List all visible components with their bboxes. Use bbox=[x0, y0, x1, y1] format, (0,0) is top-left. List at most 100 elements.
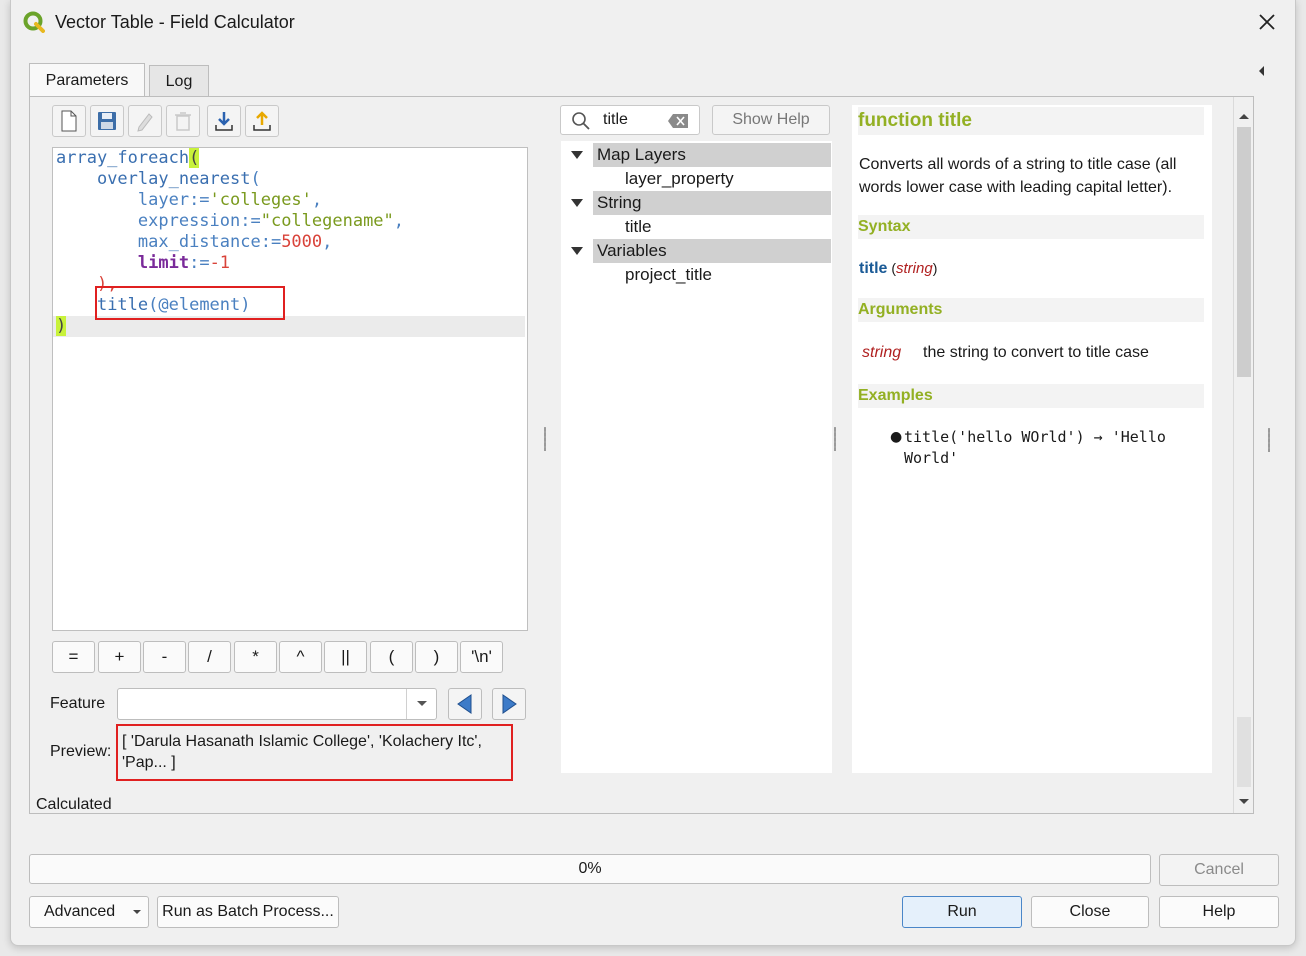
syntax-argument: string bbox=[896, 260, 933, 277]
trash-icon bbox=[175, 112, 191, 131]
scrollbar-track[interactable] bbox=[1237, 717, 1251, 787]
preview-label: Preview: bbox=[50, 743, 112, 760]
title-bar: Vector Table - Field Calculator bbox=[11, 0, 1295, 44]
feature-dropdown-button[interactable] bbox=[406, 689, 436, 719]
run-button[interactable]: Run bbox=[902, 896, 1022, 928]
tab-log[interactable]: Log bbox=[149, 65, 209, 97]
new-file-icon bbox=[61, 110, 77, 132]
help-argument-row: string bbox=[862, 341, 901, 364]
run-as-batch-button[interactable]: Run as Batch Process... bbox=[157, 896, 339, 928]
tree-group-string[interactable]: String bbox=[593, 191, 831, 215]
code-line-6: limit:=-1 bbox=[137, 253, 231, 273]
help-arguments-heading: Arguments bbox=[858, 298, 1204, 322]
function-help-panel: function title Converts all words of a s… bbox=[852, 105, 1212, 773]
status-calculated: Calculated bbox=[36, 796, 112, 813]
operator-newline-button[interactable]: '\n' bbox=[460, 641, 503, 673]
code-line-1: array_foreach( bbox=[56, 148, 200, 168]
import-button[interactable] bbox=[207, 105, 241, 137]
tree-item-layer-property[interactable]: layer_property bbox=[625, 167, 734, 191]
pencil-icon bbox=[137, 113, 153, 132]
argument-description: the string to convert to title case bbox=[923, 344, 1149, 361]
operator-close-paren-button[interactable]: ) bbox=[415, 641, 458, 673]
code-line-2: overlay_nearest( bbox=[96, 169, 261, 189]
code-line-3: layer:='colleges', bbox=[137, 190, 323, 210]
operator-minus-button[interactable]: - bbox=[143, 641, 186, 673]
qgis-logo-icon bbox=[23, 11, 45, 33]
save-icon bbox=[98, 112, 116, 130]
help-heading: function title bbox=[858, 107, 1204, 135]
expand-arrow-icon[interactable] bbox=[571, 247, 583, 255]
previous-feature-button[interactable] bbox=[448, 688, 482, 720]
help-syntax-heading: Syntax bbox=[858, 215, 1204, 239]
search-input[interactable]: title bbox=[603, 111, 628, 129]
parameters-panel: array_foreach( overlay_nearest( layer:='… bbox=[29, 96, 1254, 814]
chevron-down-icon bbox=[417, 701, 427, 706]
tree-group-map-layers[interactable]: Map Layers bbox=[593, 143, 831, 167]
edit-button[interactable] bbox=[128, 105, 162, 137]
feature-combobox[interactable] bbox=[117, 688, 437, 720]
example-code: ● title('hello WOrld') → 'Hello World' bbox=[890, 427, 1166, 469]
tab-parameters[interactable]: Parameters bbox=[29, 63, 145, 98]
arrow-right-icon bbox=[502, 694, 517, 714]
advanced-label: Advanced bbox=[44, 903, 116, 920]
highlight-box-preview bbox=[116, 724, 513, 781]
operator-divide-button[interactable]: / bbox=[188, 641, 231, 673]
operator-concat-button[interactable]: || bbox=[324, 641, 367, 673]
code-line-5: max_distance:=5000, bbox=[137, 232, 333, 252]
new-file-button[interactable] bbox=[52, 105, 86, 137]
bullet-icon: ● bbox=[890, 429, 903, 445]
close-button[interactable]: Close bbox=[1031, 896, 1149, 928]
save-button[interactable] bbox=[90, 105, 124, 137]
delete-button[interactable] bbox=[166, 105, 200, 137]
cancel-button[interactable]: Cancel bbox=[1159, 854, 1279, 886]
example-line-1: title('hello WOrld') → 'Hello bbox=[904, 428, 1166, 446]
parameters-content: array_foreach( overlay_nearest( layer:='… bbox=[30, 97, 1233, 813]
example-line-2: World' bbox=[904, 449, 959, 467]
progress-bar: 0% bbox=[29, 854, 1151, 884]
operator-power-button[interactable]: ^ bbox=[279, 641, 322, 673]
tree-item-title[interactable]: title bbox=[625, 215, 651, 239]
help-syntax: title (string) bbox=[859, 260, 938, 277]
operator-equals-button[interactable]: = bbox=[52, 641, 95, 673]
next-feature-button[interactable] bbox=[492, 688, 526, 720]
backspace-clear-icon[interactable] bbox=[667, 113, 689, 129]
expand-arrow-icon[interactable] bbox=[571, 199, 583, 207]
function-tree: Map Layers layer_property String title V… bbox=[561, 141, 832, 773]
code-line-9: ) bbox=[56, 316, 67, 336]
syntax-function-name: title bbox=[859, 260, 888, 277]
field-calculator-window: Vector Table - Field Calculator Paramete… bbox=[10, 0, 1296, 946]
upload-icon bbox=[253, 111, 271, 131]
close-window-icon[interactable] bbox=[1253, 8, 1281, 36]
scroll-up-icon[interactable] bbox=[1237, 111, 1251, 121]
left-splitter-handle[interactable] bbox=[544, 427, 546, 451]
arrow-left-icon bbox=[457, 694, 472, 714]
search-icon bbox=[572, 112, 590, 130]
feature-label: Feature bbox=[50, 695, 106, 712]
outer-splitter-handle[interactable] bbox=[1268, 428, 1270, 452]
help-button[interactable]: Help bbox=[1159, 896, 1279, 928]
scrollbar-thumb[interactable] bbox=[1237, 127, 1251, 377]
function-search-box[interactable]: title bbox=[560, 105, 700, 135]
export-button[interactable] bbox=[245, 105, 279, 137]
tree-item-project-title[interactable]: project_title bbox=[625, 263, 712, 287]
operator-plus-button[interactable]: + bbox=[98, 641, 141, 673]
code-line-4: expression:="collegename", bbox=[137, 211, 405, 231]
show-help-button[interactable]: Show Help bbox=[712, 105, 830, 135]
scroll-down-icon[interactable] bbox=[1237, 797, 1251, 807]
help-examples-heading: Examples bbox=[858, 384, 1204, 408]
window-title: Vector Table - Field Calculator bbox=[55, 12, 295, 32]
download-icon bbox=[215, 112, 233, 131]
right-splitter-handle[interactable] bbox=[834, 427, 836, 451]
help-description: Converts all words of a string to title … bbox=[859, 156, 1177, 196]
tree-group-variables[interactable]: Variables bbox=[593, 239, 831, 263]
expand-arrow-icon[interactable] bbox=[571, 151, 583, 159]
operator-multiply-button[interactable]: * bbox=[234, 641, 277, 673]
highlight-box-title-call bbox=[95, 286, 285, 320]
expression-editor[interactable]: array_foreach( overlay_nearest( layer:='… bbox=[52, 147, 528, 631]
argument-name: string bbox=[862, 344, 902, 361]
collapse-panel-icon[interactable] bbox=[1257, 64, 1267, 78]
vertical-scrollbar[interactable] bbox=[1233, 97, 1253, 813]
operator-open-paren-button[interactable]: ( bbox=[370, 641, 413, 673]
chevron-down-icon bbox=[133, 910, 141, 914]
advanced-button[interactable]: Advanced bbox=[29, 896, 149, 928]
